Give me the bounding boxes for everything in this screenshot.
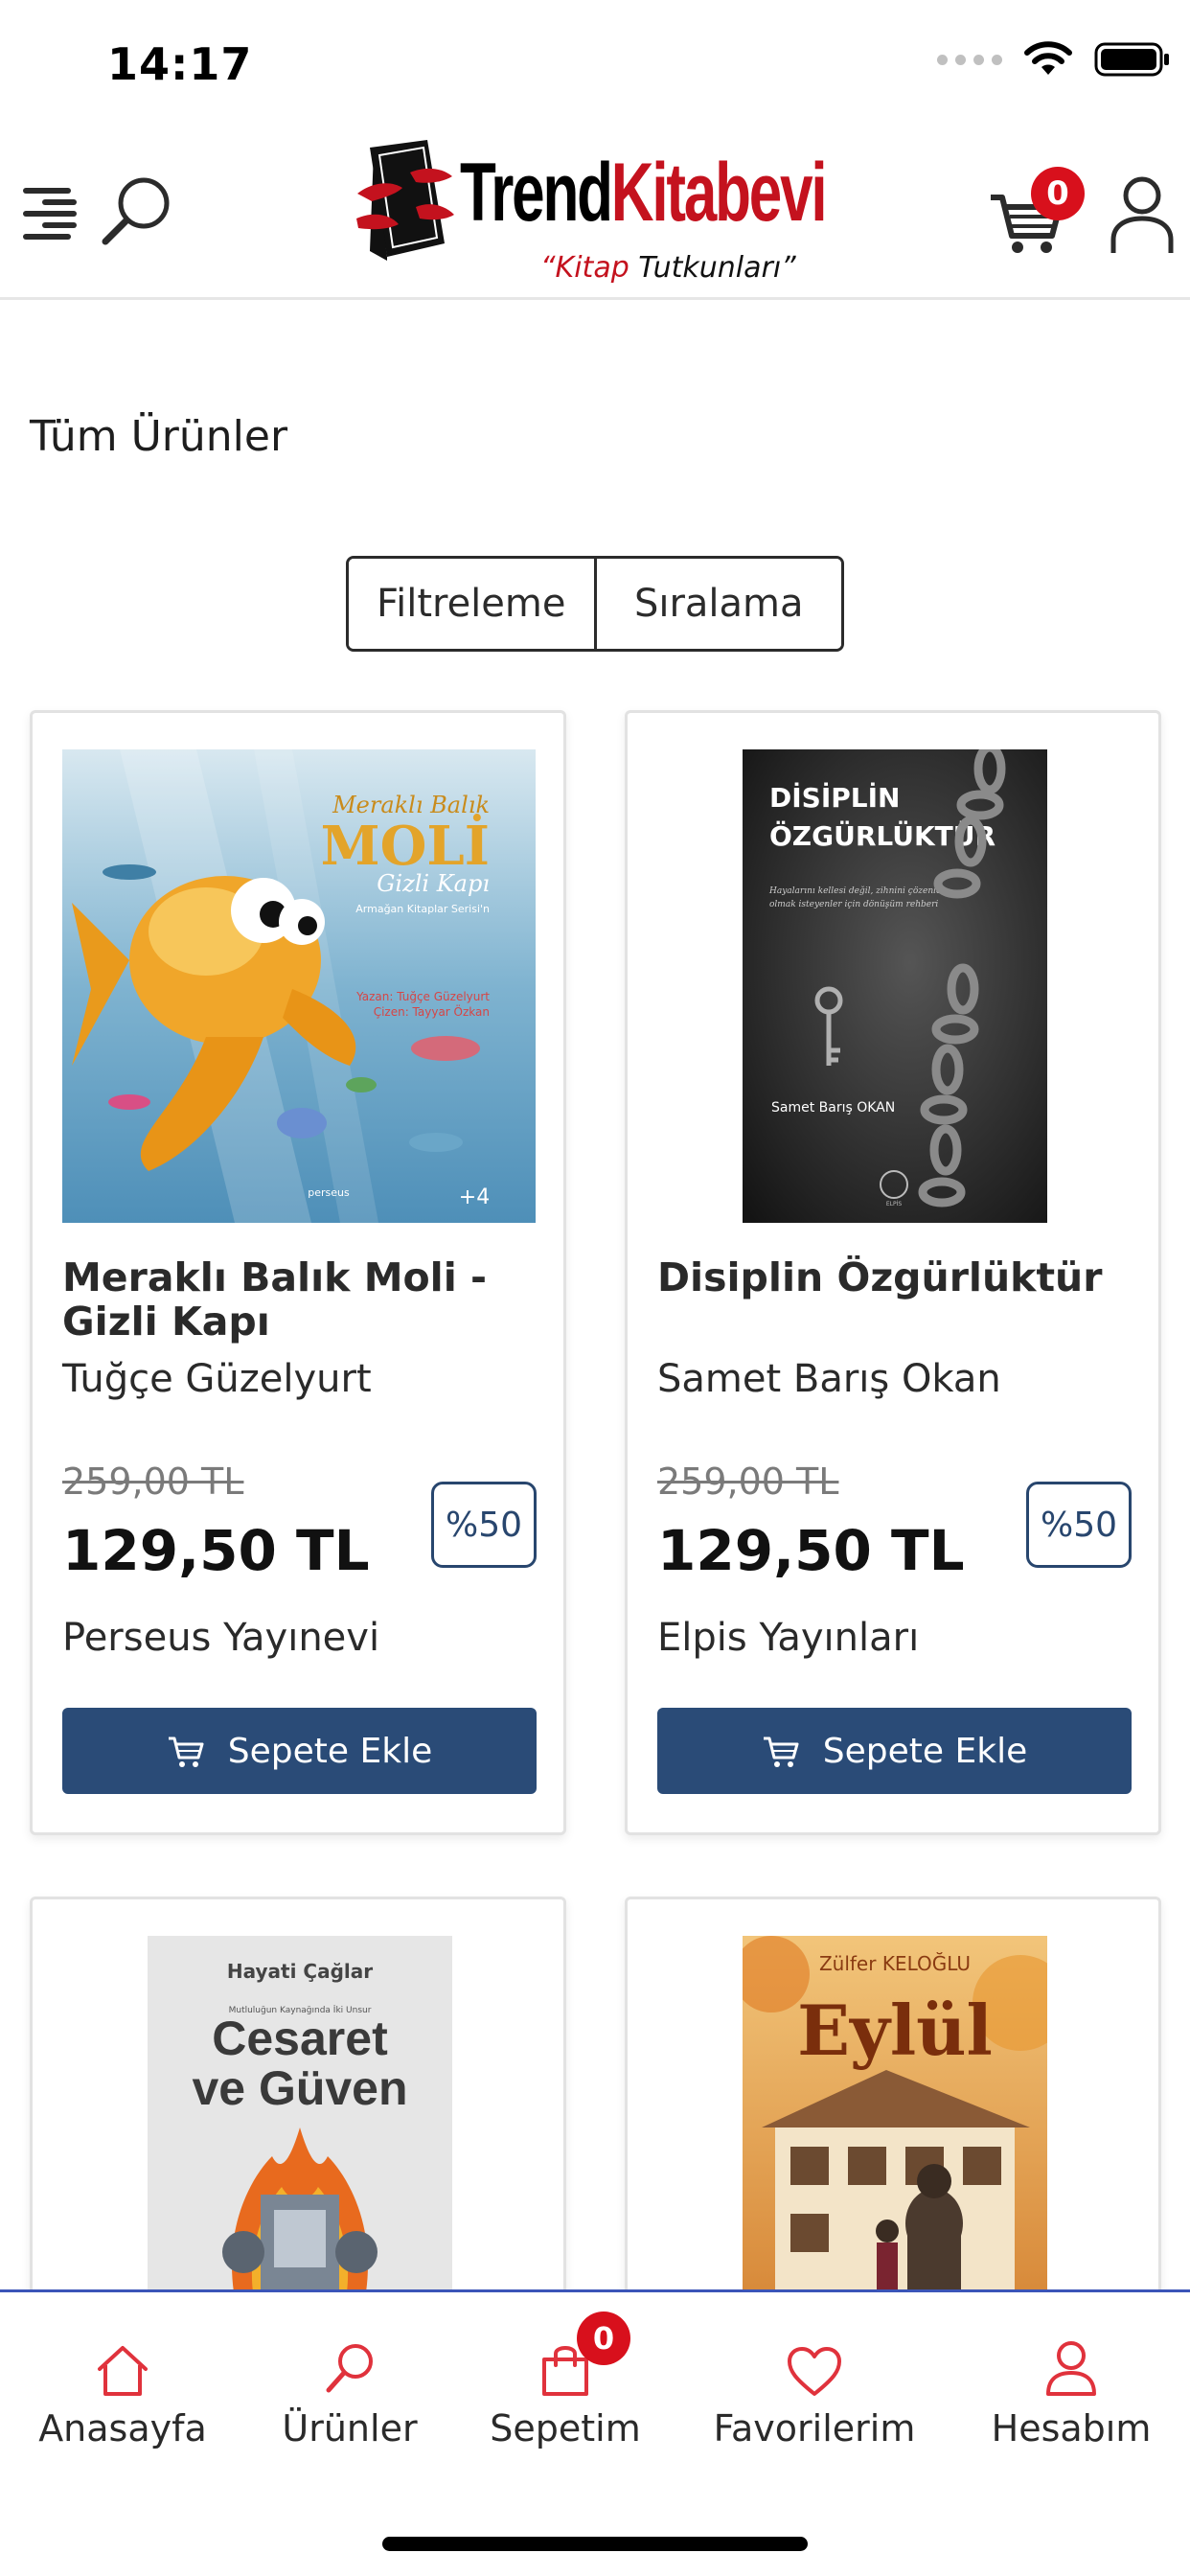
svg-text:Zülfer KELOĞLU: Zülfer KELOĞLU [819, 1952, 971, 1975]
menu-icon [23, 188, 77, 240]
tab-account[interactable]: Hesabım [987, 2331, 1156, 2450]
add-to-cart-button[interactable]: Sepete Ekle [657, 1708, 1132, 1794]
svg-text:olmak isteyenler için dönüşüm: olmak isteyenler için dönüşüm rehberi [769, 900, 938, 909]
home-indicator [382, 2537, 808, 2551]
heart-icon [788, 2347, 841, 2396]
tab-home[interactable]: Anasayfa [36, 2331, 209, 2450]
svg-text:Yazan: Tuğçe Güzelyurt: Yazan: Tuğçe Güzelyurt [355, 990, 490, 1003]
svg-text:MOLİ: MOLİ [321, 814, 490, 878]
product-title[interactable]: Disiplin Özgürlüktür [657, 1255, 1136, 1344]
product-card[interactable]: Meraklı Balık MOLİ Gizli Kapı Armağan Ki… [30, 710, 566, 1835]
cart-button[interactable]: 0 [989, 167, 1085, 263]
tab-home-label: Anasayfa [38, 2407, 207, 2450]
battery-icon [1094, 42, 1169, 77]
add-to-cart-label: Sepete Ekle [227, 1731, 433, 1771]
svg-text:perseus: perseus [308, 1186, 350, 1199]
tab-cart[interactable]: 0 Sepetim [484, 2312, 647, 2450]
tab-products-label: Ürünler [282, 2407, 418, 2450]
filter-sort-control: Filtreleme Sıralama [346, 556, 844, 652]
search-icon [326, 2344, 373, 2393]
user-icon [1046, 2341, 1096, 2396]
product-card[interactable]: DİSİPLİN ÖZGÜRLÜKTÜR Hayalarını kellesi … [625, 710, 1161, 1835]
product-author: Tuğçe Güzelyurt [62, 1357, 372, 1401]
tab-cart-label: Sepetim [490, 2407, 641, 2450]
bottom-tab-bar: Anasayfa Ürünler 0 Sepetim Favorilerim H… [0, 2289, 1190, 2576]
svg-text:Armağan Kitaplar Serisi'n: Armağan Kitaplar Serisi'n [355, 903, 490, 915]
add-to-cart-button[interactable]: Sepete Ekle [62, 1708, 537, 1794]
logo-tagline: “Kitap Tutkunları” [540, 251, 796, 285]
svg-text:Hayati Çağlar: Hayati Çağlar [227, 1960, 373, 1983]
svg-text:ELPİS: ELPİS [886, 1201, 903, 1208]
filter-button[interactable]: Filtreleme [349, 559, 594, 649]
cellular-signal-icon [937, 54, 1002, 65]
product-old-price: 259,00 TL [657, 1460, 839, 1503]
cart-icon [763, 1736, 799, 1767]
tab-favorites[interactable]: Favorilerim [714, 2331, 915, 2450]
product-price: 129,50 TL [62, 1518, 370, 1583]
svg-text:Çizen: Tayyar Özkan: Çizen: Tayyar Özkan [374, 1003, 490, 1019]
svg-text:Gizli Kapı: Gizli Kapı [377, 870, 490, 897]
product-cover-image[interactable]: DİSİPLİN ÖZGÜRLÜKTÜR Hayalarını kellesi … [743, 749, 1047, 1223]
product-cover-image[interactable]: Hayati Çağlar Mutluluğun Kaynağında İki … [148, 1936, 452, 2292]
book-logo-icon [356, 140, 454, 261]
svg-text:Hayalarını kellesi değil, zihn: Hayalarını kellesi değil, zihnini çözenl… [768, 886, 946, 896]
product-cover-image[interactable]: Zülfer KELOĞLU Eylül [743, 1936, 1047, 2292]
user-icon [1110, 176, 1174, 253]
svg-text:+4: +4 [459, 1185, 490, 1209]
tab-products[interactable]: Ürünler [273, 2331, 426, 2450]
app-header: TrendKitabevi “Kitap Tutkunları” 0 [0, 125, 1190, 300]
product-price: 129,50 TL [657, 1518, 965, 1583]
trendkitabevi-logo[interactable]: TrendKitabevi “Kitap Tutkunları” [353, 138, 851, 291]
sort-button[interactable]: Sıralama [593, 559, 841, 649]
svg-text:Samet Barış OKAN: Samet Barış OKAN [771, 1100, 895, 1116]
search-icon [102, 177, 170, 245]
product-author: Samet Barış Okan [657, 1357, 1001, 1401]
svg-text:Eylül: Eylül [797, 1990, 993, 2071]
search-button[interactable] [96, 171, 176, 251]
cart-icon [168, 1736, 204, 1767]
logo-wordmark: TrendKitabevi [460, 147, 828, 239]
product-cover-image[interactable]: Meraklı Balık MOLİ Gizli Kapı Armağan Ki… [62, 749, 536, 1223]
status-time: 14:17 [107, 38, 253, 90]
product-publisher: Elpis Yayınları [657, 1616, 920, 1660]
tab-favorites-label: Favorilerim [713, 2407, 916, 2450]
cart-count-badge: 0 [1031, 167, 1085, 220]
tab-account-label: Hesabım [991, 2407, 1152, 2450]
status-bar: 14:17 [0, 0, 1190, 125]
cart-count-badge: 0 [577, 2312, 630, 2365]
svg-text:ve Güven: ve Güven [192, 2061, 407, 2115]
svg-text:DİSİPLİN: DİSİPLİN [769, 781, 900, 814]
status-indicators [937, 40, 1171, 79]
discount-badge: %50 [1026, 1482, 1132, 1568]
discount-badge: %50 [431, 1482, 537, 1568]
product-publisher: Perseus Yayınevi [62, 1616, 380, 1660]
home-icon [98, 2346, 148, 2396]
svg-text:Cesaret: Cesaret [212, 2012, 388, 2065]
account-button[interactable] [1110, 171, 1175, 257]
menu-button[interactable] [21, 180, 84, 243]
add-to-cart-label: Sepete Ekle [822, 1731, 1028, 1771]
wifi-icon [1024, 41, 1072, 75]
product-title[interactable]: Meraklı Balık Moli - Gizli Kapı [62, 1255, 541, 1344]
product-old-price: 259,00 TL [62, 1460, 244, 1503]
page-title: Tüm Ürünler [30, 412, 288, 461]
